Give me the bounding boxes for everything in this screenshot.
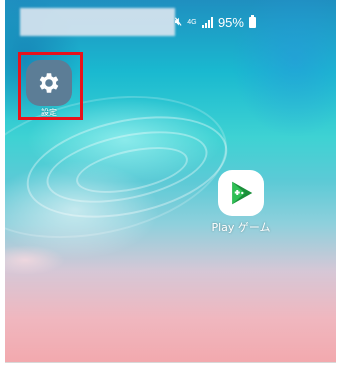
- status-icons: 🔇︎ 4G 95%: [175, 13, 256, 31]
- play-games-app-label: Play ゲーム: [211, 221, 271, 234]
- play-games-app-tile[interactable]: [218, 170, 264, 216]
- battery-icon: [248, 14, 256, 28]
- play-games-app[interactable]: Play ゲーム: [206, 170, 276, 235]
- highlight-box: [18, 52, 83, 120]
- phone-screen: 🔇︎ 4G 95% 設定 Play ゲーム: [5, 0, 336, 363]
- signal-icon: [201, 16, 213, 28]
- battery-percent: 95%: [217, 14, 244, 30]
- status-bar: 🔇︎ 4G 95%: [5, 0, 336, 40]
- blurred-notification-area: [20, 8, 175, 36]
- mute-icon: 🔇︎: [175, 15, 182, 28]
- play-games-icon: [232, 181, 253, 205]
- network-type: 4G: [187, 18, 197, 26]
